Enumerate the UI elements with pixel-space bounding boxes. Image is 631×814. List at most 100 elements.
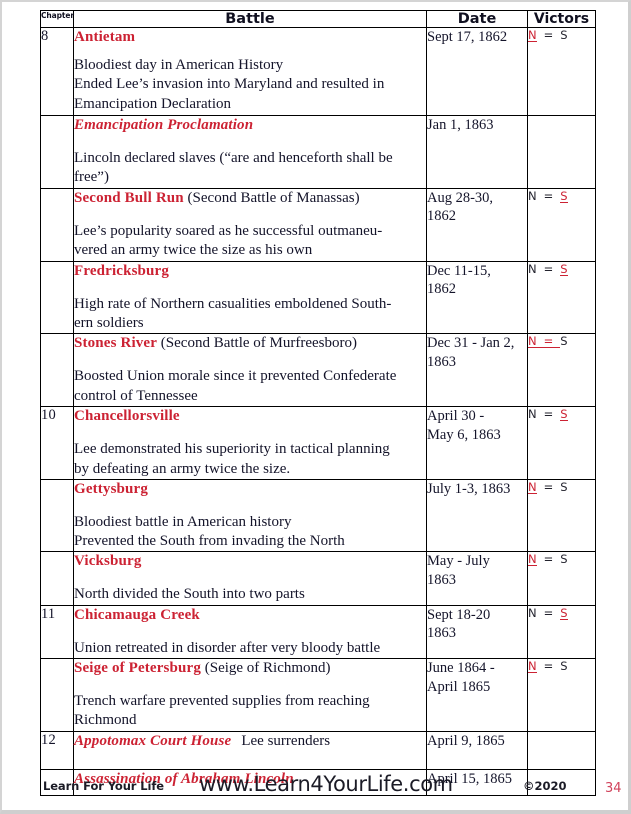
chapter-cell bbox=[40, 658, 74, 732]
chapter-cell bbox=[40, 478, 74, 553]
victor-north-marker: N bbox=[528, 261, 537, 276]
date-cell: Sept 18-20 1863 bbox=[426, 604, 528, 660]
battle-description: Lincoln declared slaves (“are and hencef… bbox=[74, 150, 393, 186]
table-body: 8 Antietam Bloodiest day in American Histo… bbox=[40, 27, 596, 796]
battle-description: Bloodiest day in American History Ended … bbox=[74, 57, 385, 112]
victors-cell: N = S bbox=[527, 27, 596, 116]
victors-cell: N = S bbox=[527, 333, 596, 408]
table-row: Vicksburg North divided the South into tw… bbox=[40, 551, 596, 606]
battle-description: High rate of Northern casualities embold… bbox=[74, 295, 392, 331]
table-row: Emancipation Proclamation Lincoln declare… bbox=[40, 115, 596, 189]
chapter-cell bbox=[40, 115, 74, 189]
battle-title: Second Bull Run bbox=[74, 189, 184, 206]
chapter-cell: 11 bbox=[40, 604, 74, 660]
victors-cell: N = S bbox=[527, 260, 596, 335]
date-cell: June 1864 - April 1865 bbox=[426, 658, 528, 732]
victor-equals-sign: = bbox=[543, 552, 554, 567]
battle-title: Vicksburg bbox=[74, 553, 142, 570]
layout-spacer bbox=[74, 353, 426, 367]
column-header-chapter: Chapter bbox=[40, 10, 74, 28]
battle-cell: Second Bull Run (Second Battle of Manass… bbox=[73, 187, 427, 262]
victor-north-marker: N bbox=[528, 552, 537, 567]
battle-title: Gettysburg bbox=[74, 480, 148, 497]
victors-cell: N = S bbox=[527, 406, 596, 480]
column-header-battle: Battle bbox=[73, 10, 427, 28]
victor-south-marker: S bbox=[560, 552, 568, 567]
victor-south-marker: S bbox=[560, 28, 568, 42]
battle-cell: Chancellorsville Lee demonstrated his sup… bbox=[73, 406, 427, 480]
battle-alternate-name: (Second Battle of Murfreesboro) bbox=[160, 335, 357, 352]
victor-equals-sign: = bbox=[543, 605, 554, 620]
battle-cell: Seige of Petersburg (Seige of Richmond) T… bbox=[73, 658, 427, 732]
victor-south-marker: S bbox=[560, 605, 568, 620]
civil-war-battles-table: Chapter Battle Date Victors 8 Antietam Blo… bbox=[40, 10, 596, 796]
victor-north-marker: N bbox=[528, 334, 537, 349]
victor-south-marker: S bbox=[560, 334, 568, 349]
victor-south-marker: S bbox=[560, 407, 568, 422]
layout-spacer bbox=[74, 135, 426, 149]
date-cell: April 9, 1865 bbox=[426, 730, 528, 770]
page-number: 34 bbox=[605, 781, 622, 796]
table-row: Gettysburg Bloodiest battle in American h… bbox=[40, 478, 596, 553]
document-page: Chapter Battle Date Victors 8 Antietam Blo… bbox=[0, 0, 631, 814]
victor-south-marker: S bbox=[560, 261, 568, 276]
battle-title: Seige of Petersburg bbox=[74, 660, 201, 676]
table-row: 8 Antietam Bloodiest day in American Histo… bbox=[40, 27, 596, 116]
battle-title: Stones River bbox=[74, 335, 158, 352]
battle-cell: Vicksburg North divided the South into tw… bbox=[73, 551, 427, 606]
victor-north-marker: N bbox=[528, 28, 537, 43]
victor-south-marker: S bbox=[560, 188, 568, 203]
date-cell: Aug 28-30, 1862 bbox=[426, 187, 528, 262]
battle-cell: Gettysburg Bloodiest battle in American h… bbox=[73, 478, 427, 553]
chapter-cell: 8 bbox=[40, 27, 74, 116]
battle-description: Lee demonstrated his superiority in tact… bbox=[74, 441, 390, 477]
layout-spacer bbox=[74, 426, 426, 440]
date-cell: Dec 11-15, 1862 bbox=[426, 260, 528, 335]
battle-cell: Appotomax Court House Lee surrenders bbox=[73, 730, 427, 770]
victors-cell: N = S bbox=[527, 604, 596, 660]
battle-description: North divided the South into two parts bbox=[74, 586, 305, 603]
table-row: Second Bull Run (Second Battle of Manass… bbox=[40, 187, 596, 262]
chapter-cell bbox=[40, 333, 74, 408]
victors-cell: N = S bbox=[527, 658, 596, 732]
footer-website-url: www.Learn4YourLife.com bbox=[199, 772, 453, 796]
table-row: 12 Appotomax Court House Lee surrenders Apr… bbox=[40, 730, 596, 770]
victors-cell: N = S bbox=[527, 478, 596, 553]
battle-title: Chicamauga Creek bbox=[74, 606, 200, 623]
battle-description: Lee’s popularity soared as he successful… bbox=[74, 222, 383, 258]
battle-note: Lee surrenders bbox=[241, 732, 331, 749]
chapter-cell bbox=[40, 260, 74, 335]
battle-description: Boosted Union morale since it prevented … bbox=[74, 368, 397, 404]
victors-cell: N = S bbox=[527, 187, 596, 262]
battle-title: Chancellorsville bbox=[74, 408, 180, 425]
battle-alternate-name: (Seige of Richmond) bbox=[204, 660, 331, 676]
victor-equals-sign: = bbox=[543, 659, 554, 673]
layout-spacer bbox=[74, 208, 426, 222]
layout-spacer bbox=[74, 281, 426, 295]
date-cell: May - July 1863 bbox=[426, 551, 528, 606]
table-row: 11 Chicamauga Creek Union retreated in dis… bbox=[40, 604, 596, 660]
table-row: Fredricksburg High rate of Northern casua… bbox=[40, 260, 596, 335]
page-footer: Learn For Your Life www.Learn4YourLife.c… bbox=[2, 771, 631, 811]
victor-north-marker: N bbox=[528, 605, 537, 620]
battle-title: Fredricksburg bbox=[74, 262, 170, 279]
battle-cell: Stones River (Second Battle of Murfreesb… bbox=[73, 333, 427, 408]
victor-equals-sign: = bbox=[543, 407, 554, 422]
layout-spacer bbox=[74, 571, 426, 585]
battle-title: Emancipation Proclamation bbox=[74, 117, 254, 133]
layout-spacer bbox=[74, 499, 426, 513]
footer-copyright: ©2020 bbox=[523, 779, 567, 793]
victor-equals-sign: = bbox=[543, 261, 554, 276]
victor-south-marker: S bbox=[560, 659, 568, 673]
chapter-cell: 12 bbox=[40, 730, 74, 770]
chapter-cell: 10 bbox=[40, 406, 74, 480]
battle-description: Union retreated in disorder after very b… bbox=[74, 639, 381, 656]
battle-title: Appotomax Court House bbox=[74, 732, 232, 749]
chapter-cell bbox=[40, 187, 74, 262]
victor-north-marker: N bbox=[528, 659, 537, 674]
victor-equals-sign: = bbox=[543, 28, 554, 42]
victors-cell: N = S bbox=[527, 551, 596, 606]
victor-equals-sign: = bbox=[543, 188, 554, 203]
table-row: 10 Chancellorsville Lee demonstrated his s… bbox=[40, 406, 596, 480]
battle-description: Bloodiest battle in American history Pre… bbox=[74, 513, 345, 550]
